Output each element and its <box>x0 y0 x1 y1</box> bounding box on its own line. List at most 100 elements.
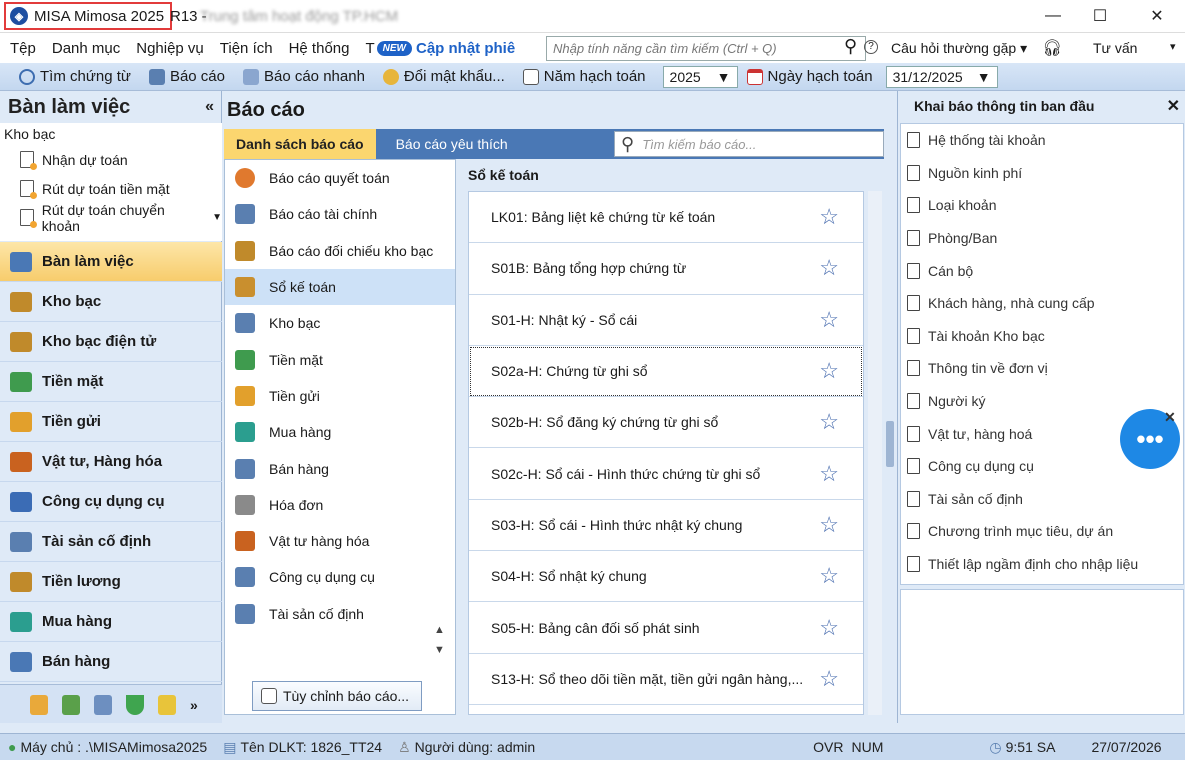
star-icon[interactable]: ☆ <box>819 563 839 589</box>
star-icon[interactable]: ☆ <box>819 409 839 435</box>
edit-shortcut-icon[interactable] <box>94 694 112 715</box>
find-voucher-button[interactable]: Tìm chứng từ <box>10 68 140 85</box>
module-desk[interactable]: Bàn làm việc <box>0 242 222 282</box>
menu-file[interactable]: Tệp <box>0 40 44 57</box>
update-link[interactable]: Cập nhật phiê <box>416 40 515 57</box>
menu-operations[interactable]: Nghiệp vụ <box>128 40 212 57</box>
setup-item[interactable]: Loại khoản <box>901 189 1183 222</box>
category-item[interactable]: Tài sản cố định <box>225 596 455 632</box>
category-label: Bán hàng <box>269 460 329 477</box>
submenu-item[interactable]: Nhận dự toán <box>0 145 222 174</box>
headset-icon[interactable]: 🎧︎ <box>1042 38 1062 58</box>
setup-item[interactable]: Thiết lập ngầm định cho nhập liệu <box>901 548 1183 581</box>
module-fixed-assets[interactable]: Tài sản cố định <box>0 522 222 562</box>
report-item[interactable]: S04-H: Sổ nhật ký chung ☆ <box>469 551 863 603</box>
menu-truncated[interactable]: T <box>357 40 376 57</box>
category-item[interactable]: Kho bạc <box>225 305 455 341</box>
module-tools[interactable]: Công cụ dụng cụ <box>0 482 222 522</box>
report-item-focused[interactable]: S02a-H: Chứng từ ghi sổ ☆ <box>469 346 863 398</box>
category-item[interactable]: Công cụ dụng cụ <box>225 559 455 595</box>
report-scrollbar[interactable] <box>868 191 882 715</box>
category-item[interactable]: Báo cáo đối chiếu kho bạc <box>225 233 455 269</box>
shield-icon[interactable] <box>126 694 144 715</box>
setup-item[interactable]: Thông tin về đơn vị <box>901 352 1183 385</box>
star-icon[interactable]: ☆ <box>819 461 839 487</box>
posting-date-picker[interactable]: 31/12/2025 ▼ <box>885 65 998 88</box>
module-inventory[interactable]: Vật tư, Hàng hóa <box>0 442 222 482</box>
category-item[interactable]: Vật tư hàng hóa <box>225 523 455 559</box>
report-item[interactable]: S01-H: Nhật ký - Sổ cái ☆ <box>469 295 863 346</box>
report-button[interactable]: Báo cáo <box>140 68 234 85</box>
more-icon[interactable]: » <box>190 697 198 713</box>
setup-item[interactable]: Cán bộ <box>901 254 1183 287</box>
module-label: Kho bạc <box>42 293 102 310</box>
menu-catalog[interactable]: Danh mục <box>44 40 128 57</box>
submenu-item[interactable]: Rút dự toán chuyển khoản ▼ <box>0 202 222 234</box>
mail-icon[interactable] <box>158 694 176 715</box>
scroll-down-icon[interactable]: ▼ <box>434 644 445 656</box>
star-icon[interactable]: ☆ <box>819 615 839 641</box>
report-item[interactable]: S02c-H: Sổ cái - Hình thức chứng từ ghi … <box>469 448 863 500</box>
faq-menu[interactable]: Câu hỏi thường gặp ▾ <box>891 40 1027 57</box>
fiscal-year-select[interactable]: 2025 ▼ <box>662 65 738 88</box>
menu-utilities[interactable]: Tiện ích <box>212 40 281 57</box>
category-item[interactable]: Tiền gửi <box>225 378 455 414</box>
help-icon[interactable]: ? <box>864 40 878 54</box>
consult-menu[interactable]: Tư vấn <box>1093 40 1137 56</box>
category-item[interactable]: Báo cáo quyết toán <box>225 160 455 196</box>
chat-close-icon[interactable]: ✕ <box>1164 409 1176 426</box>
setup-item[interactable]: Khách hàng, nhà cung cấp <box>901 287 1183 320</box>
setup-item[interactable]: Hệ thống tài khoản <box>901 124 1183 157</box>
submenu-item[interactable]: Rút dự toán tiền mặt <box>0 174 222 203</box>
close-button[interactable]: ✕ <box>1134 0 1180 32</box>
report-item[interactable]: S05-H: Bảng cân đối số phát sinh ☆ <box>469 602 863 654</box>
collapse-button[interactable]: « <box>205 98 214 116</box>
star-icon[interactable]: ☆ <box>819 255 839 281</box>
category-item[interactable]: Bán hàng <box>225 450 455 486</box>
category-item[interactable]: Hóa đơn <box>225 487 455 523</box>
star-icon[interactable]: ☆ <box>819 307 839 333</box>
minimize-button[interactable]: — <box>1030 0 1076 32</box>
star-icon[interactable]: ☆ <box>819 512 839 538</box>
setup-item[interactable]: Nguồn kinh phí <box>901 157 1183 190</box>
tab-report-list[interactable]: Danh sách báo cáo <box>224 129 376 159</box>
category-item[interactable]: Mua hàng <box>225 414 455 450</box>
report-item[interactable]: LK01: Bảng liệt kê chứng từ kế toán ☆ <box>469 192 863 244</box>
report-item[interactable]: S03-H: Sổ cái - Hình thức nhật ký chung ☆ <box>469 500 863 552</box>
scroll-up-icon[interactable]: ▲ <box>434 624 445 636</box>
category-item[interactable]: Tiền mặt <box>225 341 455 377</box>
budget-shortcut-icon[interactable] <box>62 694 80 715</box>
module-cash[interactable]: Tiền mặt <box>0 362 222 402</box>
module-deposit[interactable]: Tiền gửi <box>0 402 222 442</box>
module-sales[interactable]: Bán hàng <box>0 642 222 682</box>
maximize-button[interactable]: ☐ <box>1077 0 1123 32</box>
quick-report-button[interactable]: Báo cáo nhanh <box>234 68 374 85</box>
close-panel-icon[interactable]: ✕ <box>1167 96 1180 116</box>
setup-item[interactable]: Tài sản cố định <box>901 483 1183 516</box>
module-salary[interactable]: Tiền lương <box>0 562 222 602</box>
report-item[interactable]: S13-H: Sổ theo dõi tiền mặt, tiền gửi ng… <box>469 654 863 705</box>
star-icon[interactable]: ☆ <box>819 358 839 384</box>
tab-favorite-reports[interactable]: Báo cáo yêu thích <box>376 129 520 159</box>
module-e-treasury[interactable]: Kho bạc điện tử <box>0 322 222 362</box>
setup-item[interactable]: Phòng/Ban <box>901 222 1183 255</box>
star-icon[interactable]: ☆ <box>819 666 839 692</box>
report-search-input[interactable]: ⚲ Tìm kiếm báo cáo... <box>614 131 884 157</box>
menu-dropdown-icon[interactable]: ▾ <box>1170 40 1176 53</box>
module-purchase[interactable]: Mua hàng <box>0 602 222 642</box>
category-item[interactable]: Báo cáo tài chính <box>225 196 455 232</box>
star-icon[interactable]: ☆ <box>819 204 839 230</box>
setup-item[interactable]: Chương trình mục tiêu, dự án <box>901 515 1183 548</box>
category-item-selected[interactable]: Sổ kế toán <box>225 268 455 306</box>
report-item[interactable]: S01B: Bảng tổng hợp chứng từ ☆ <box>469 243 863 295</box>
setup-item[interactable]: Tài khoản Kho bạc <box>901 320 1183 353</box>
search-icon[interactable]: ⚲ <box>844 36 857 57</box>
customize-report-button[interactable]: Tùy chỉnh báo cáo... <box>252 681 422 711</box>
report-item[interactable]: S02b-H: Sổ đăng ký chứng từ ghi sổ ☆ <box>469 397 863 449</box>
panel-splitter[interactable] <box>886 421 894 467</box>
salary-shortcut-icon[interactable] <box>30 694 48 715</box>
menu-system[interactable]: Hệ thống <box>281 40 358 57</box>
feature-search-input[interactable]: Nhập tính năng cần tìm kiếm (Ctrl + Q) <box>546 36 866 61</box>
module-treasury[interactable]: Kho bạc <box>0 282 222 322</box>
change-password-button[interactable]: Đổi mật khẩu... <box>374 68 514 85</box>
